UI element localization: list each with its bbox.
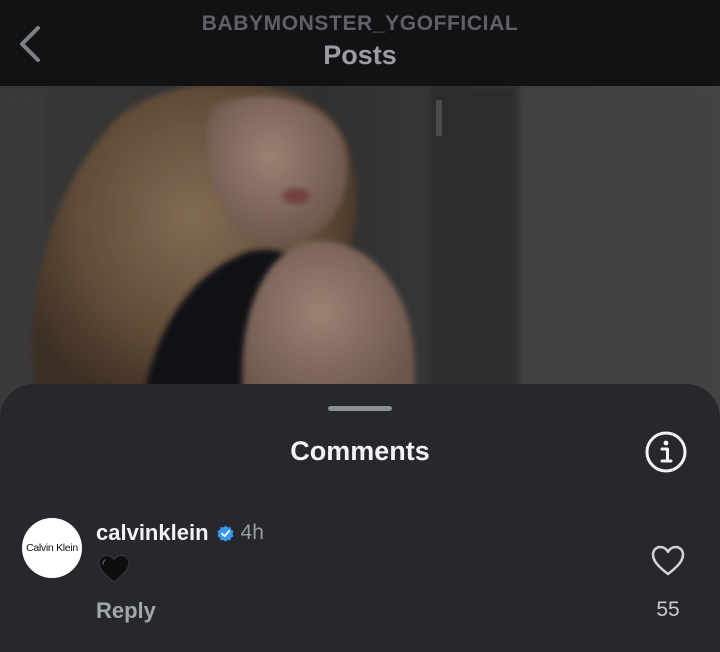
black-heart-emoji [98,554,130,583]
avatar[interactable]: Calvin Klein [22,518,82,578]
like-button[interactable] [650,544,686,578]
comment-item: Calvin Klein calvinklein 4h Reply 55 [0,504,720,652]
verified-badge-icon [216,525,234,542]
like-count: 55 [656,598,680,621]
avatar-logo-text: Calvin Klein [26,542,78,554]
comment-username[interactable]: calvinklein [96,520,209,546]
comments-sheet: Comments Calvin Klein calvinklein 4h Rep… [0,384,720,652]
post-screen: BABYMONSTER_YGOFFICIAL Posts Comments Ca… [0,0,720,652]
reply-button[interactable]: Reply [96,598,156,624]
account-username[interactable]: BABYMONSTER_YGOFFICIAL [0,12,720,36]
top-header: BABYMONSTER_YGOFFICIAL Posts [0,0,720,86]
info-button[interactable] [644,430,688,474]
comment-header: calvinklein 4h [96,518,264,548]
info-icon [645,431,687,473]
comment-timestamp: 4h [240,521,264,544]
page-title: Posts [323,40,397,70]
post-photo[interactable] [0,86,720,416]
sheet-grabber[interactable] [328,406,392,411]
heart-outline-icon [651,545,685,576]
comment-text [98,554,130,584]
comments-title: Comments [290,436,430,466]
